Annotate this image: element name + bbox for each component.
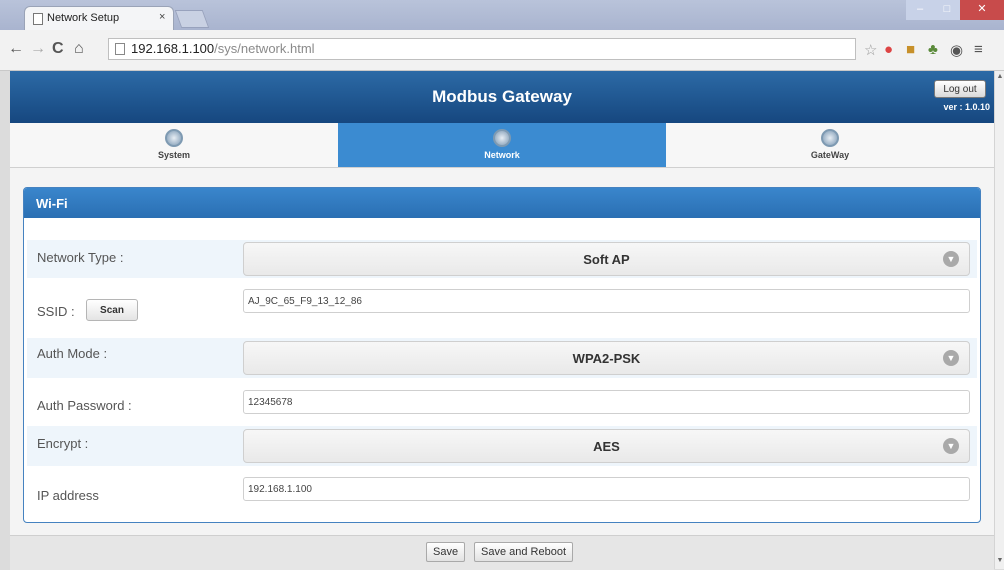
wifi-panel: Wi-Fi Network Type : Soft AP ▼ SSID : Sc… [23, 187, 981, 523]
tab-close-icon[interactable]: × [159, 11, 165, 23]
reload-icon[interactable]: C [52, 40, 64, 58]
save-button[interactable]: Save [426, 542, 466, 562]
tab-network[interactable]: Network [338, 123, 666, 167]
system-icon [165, 129, 183, 147]
auth-mode-value: WPA2-PSK [572, 351, 641, 366]
tab-network-label: Network [484, 150, 520, 160]
logout-button[interactable]: Log out [934, 80, 986, 98]
bookmark-star-icon[interactable]: ☆ [864, 41, 877, 59]
ip-address-input[interactable] [243, 477, 970, 501]
tab-gateway[interactable]: GateWay [666, 123, 994, 167]
window-close-button[interactable]: ✕ [960, 0, 1004, 20]
app-page: Modbus Gateway Log out ver : 1.0.10 Syst… [10, 71, 994, 570]
auth-password-input[interactable] [243, 390, 970, 414]
scan-button[interactable]: Scan [86, 299, 138, 321]
tab-system-label: System [157, 150, 191, 160]
forward-icon[interactable]: → [30, 40, 46, 58]
minimize-icon: – [916, 3, 924, 15]
url-path: /sys/network.html [214, 41, 315, 56]
minimize-button[interactable]: – [906, 0, 934, 20]
ip-address-label: IP address [37, 488, 99, 503]
encrypt-row: Encrypt : AES ▼ [27, 426, 977, 466]
maximize-icon: □ [943, 3, 951, 15]
network-type-value: Soft AP [583, 252, 630, 267]
main-nav: System Network GateWay [10, 123, 994, 168]
new-tab-button[interactable] [174, 10, 210, 28]
gateway-icon [821, 129, 839, 147]
ssid-label: SSID : [37, 304, 75, 319]
opera-extension-icon[interactable]: ● [884, 41, 893, 58]
url-host: 192.168.1.100 [131, 41, 215, 56]
address-url: 192.168.1.100/sys/network.html [131, 41, 315, 56]
network-icon [493, 129, 511, 147]
scroll-up-icon[interactable]: ▲ [995, 73, 1004, 80]
browser-tab[interactable]: Network Setup × [24, 6, 174, 30]
panel-title: Wi-Fi [36, 196, 68, 211]
auth-mode-row: Auth Mode : WPA2-PSK ▼ [27, 338, 977, 378]
ssid-input[interactable] [243, 289, 970, 313]
network-type-row: Network Type : Soft AP ▼ [27, 240, 977, 278]
chevron-down-icon: ▼ [943, 251, 959, 267]
back-icon[interactable]: ← [8, 40, 24, 58]
encrypt-label: Encrypt : [37, 436, 89, 451]
chevron-down-icon: ▼ [943, 438, 959, 454]
auth-mode-select[interactable]: WPA2-PSK ▼ [243, 341, 970, 375]
version-label: ver : 1.0.10 [943, 102, 990, 112]
close-icon: ✕ [977, 3, 987, 15]
auth-password-row: Auth Password : [27, 384, 977, 424]
page-info-icon [115, 43, 125, 55]
page-icon [33, 13, 43, 25]
tab-system[interactable]: System [10, 123, 338, 167]
auth-password-label: Auth Password : [37, 398, 132, 413]
app-title: Modbus Gateway [432, 87, 572, 106]
ssid-row: SSID : Scan [27, 284, 977, 328]
page-scrollbar[interactable]: ▲ ▼ [994, 71, 1004, 569]
save-and-reboot-button[interactable]: Save and Reboot [474, 542, 574, 562]
home-icon[interactable]: ⌂ [74, 40, 84, 58]
browser-titlebar: Network Setup × – □ ✕ [0, 0, 1004, 30]
account-icon[interactable]: ◉ [950, 41, 963, 59]
browser-tab-title: Network Setup [47, 12, 120, 24]
app-header: Modbus Gateway Log out ver : 1.0.10 [10, 71, 994, 123]
browser-toolbar: ← → C ⌂ 192.168.1.100/sys/network.html ☆… [0, 30, 1004, 71]
puzzle-extension-icon[interactable]: ♣ [928, 41, 938, 58]
menu-icon[interactable]: ≡ [974, 41, 983, 58]
scroll-down-icon[interactable]: ▼ [995, 557, 1004, 564]
ip-address-row: IP address [27, 470, 977, 510]
encrypt-select[interactable]: AES ▼ [243, 429, 970, 463]
chevron-down-icon: ▼ [943, 350, 959, 366]
wifi-panel-header: Wi-Fi [24, 188, 980, 218]
address-bar[interactable]: 192.168.1.100/sys/network.html [108, 38, 856, 60]
auth-mode-label: Auth Mode : [37, 346, 108, 361]
network-type-label: Network Type : [37, 250, 124, 265]
tab-gateway-label: GateWay [810, 150, 850, 160]
footer-bar: Save Save and Reboot [10, 535, 994, 570]
extension-icon[interactable]: ■ [906, 41, 915, 58]
network-type-select[interactable]: Soft AP ▼ [243, 242, 970, 276]
encrypt-value: AES [593, 439, 620, 454]
maximize-button[interactable]: □ [934, 0, 960, 20]
